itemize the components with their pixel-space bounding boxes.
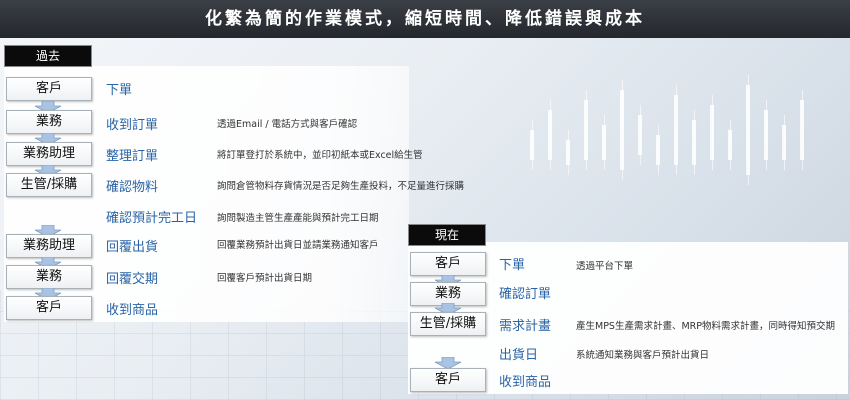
past-step-reply-delivery: 回覆交期 bbox=[106, 272, 159, 287]
past-box-sales-assistant-2: 業務助理 bbox=[6, 234, 92, 258]
past-desc-5: 回覆業務預計出貨日並請業務通知客戶 bbox=[217, 240, 379, 251]
past-box-sales-assistant: 業務助理 bbox=[6, 142, 92, 166]
past-step-receive-order: 收到訂單 bbox=[106, 118, 159, 133]
past-step-receive-goods: 收到商品 bbox=[106, 303, 159, 318]
past-step-organize-order: 整理訂單 bbox=[106, 149, 159, 164]
past-box-sales: 業務 bbox=[6, 110, 92, 134]
now-tag: 現在 bbox=[408, 224, 486, 246]
past-box-sales-2: 業務 bbox=[6, 265, 92, 289]
candlestick-decoration bbox=[520, 70, 820, 210]
now-box-customer: 客戶 bbox=[410, 252, 486, 276]
now-step-receive-goods: 收到商品 bbox=[499, 375, 552, 390]
past-desc-3: 詢問倉管物料存貨情況是否足夠生產投料，不足量進行採購 bbox=[217, 181, 465, 192]
past-step-confirm-completion-date: 確認預計完工日 bbox=[106, 211, 198, 226]
now-desc-3: 系統通知業務與客戶預計出貨日 bbox=[576, 350, 710, 361]
now-step-order: 下單 bbox=[499, 258, 526, 273]
past-step-confirm-materials: 確認物料 bbox=[106, 180, 159, 195]
past-box-production-purchasing: 生管/採購 bbox=[6, 173, 92, 197]
past-desc-4: 詢問製造主管生產產能與預計完工日期 bbox=[217, 213, 379, 224]
now-step-confirm-order: 確認訂單 bbox=[499, 287, 552, 302]
now-step-ship-date: 出貨日 bbox=[499, 348, 539, 363]
past-desc-2: 將訂單登打於系統中，並印初紙本或Excel給生管 bbox=[217, 150, 423, 161]
now-desc-2: 產生MPS生產需求計畫、MRP物料需求計畫，同時得知預交期 bbox=[576, 321, 835, 332]
past-desc-6: 回覆客戶預計出貨日期 bbox=[217, 273, 313, 284]
now-box-production-purchasing: 生管/採購 bbox=[410, 312, 486, 336]
past-tag: 過去 bbox=[4, 45, 92, 67]
past-box-customer-2: 客戶 bbox=[6, 296, 92, 320]
page-title: 化繁為簡的作業模式，縮短時間、降低錯誤與成本 bbox=[0, 0, 850, 38]
past-step-order: 下單 bbox=[106, 83, 133, 98]
now-step-demand-plan: 需求計畫 bbox=[499, 319, 552, 334]
past-step-reply-shipment: 回覆出貨 bbox=[106, 240, 159, 255]
past-box-customer: 客戶 bbox=[6, 77, 92, 101]
now-desc-1: 透過平台下單 bbox=[576, 261, 634, 272]
now-box-customer-2: 客戶 bbox=[410, 368, 486, 392]
past-desc-1: 透過Email / 電話方式與客戶確認 bbox=[217, 119, 358, 130]
